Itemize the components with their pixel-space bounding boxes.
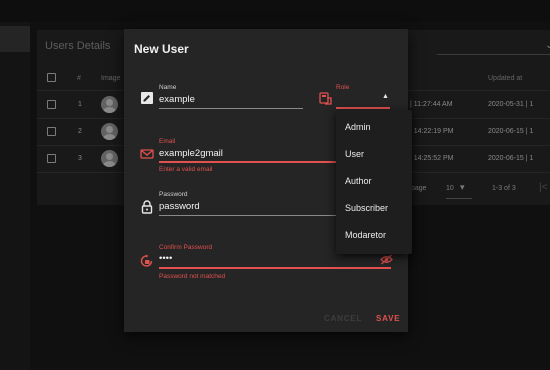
mail-icon [140, 149, 154, 159]
caret-up-icon[interactable]: ▲ [382, 93, 389, 100]
lock-icon [141, 200, 153, 214]
email-error: Enter a valid email [159, 166, 213, 173]
role-menu: Admin User Author Subscriber Modaretor [336, 110, 412, 254]
name-underline [159, 108, 303, 109]
confirm-password-error: Password not matched [159, 273, 226, 280]
role-option-user[interactable]: User [345, 149, 364, 159]
email-input[interactable]: example2gmail [159, 148, 223, 159]
role-badge-icon [319, 92, 332, 105]
role-option-moderator[interactable]: Modaretor [345, 230, 386, 240]
role-option-admin[interactable]: Admin [345, 122, 371, 132]
role-option-author[interactable]: Author [345, 176, 372, 186]
name-input[interactable]: example [159, 94, 195, 105]
lock-reset-icon [140, 254, 153, 267]
confirm-password-underline [159, 267, 391, 269]
save-button[interactable]: SAVE [376, 314, 400, 323]
dialog-title: New User [134, 42, 189, 56]
name-label: Name [159, 84, 177, 91]
role-select[interactable] [336, 107, 390, 109]
confirm-password-label: Confirm Password [159, 244, 213, 251]
password-label: Password [159, 191, 188, 198]
edit-icon [141, 92, 153, 104]
password-input[interactable]: password [159, 201, 200, 212]
eye-off-icon[interactable] [380, 254, 393, 265]
confirm-password-input[interactable]: •••• [159, 253, 172, 264]
email-label: Email [159, 138, 176, 145]
role-label: Role [336, 84, 350, 91]
role-option-subscriber[interactable]: Subscriber [345, 203, 388, 213]
cancel-button[interactable]: CANCEL [324, 314, 362, 323]
